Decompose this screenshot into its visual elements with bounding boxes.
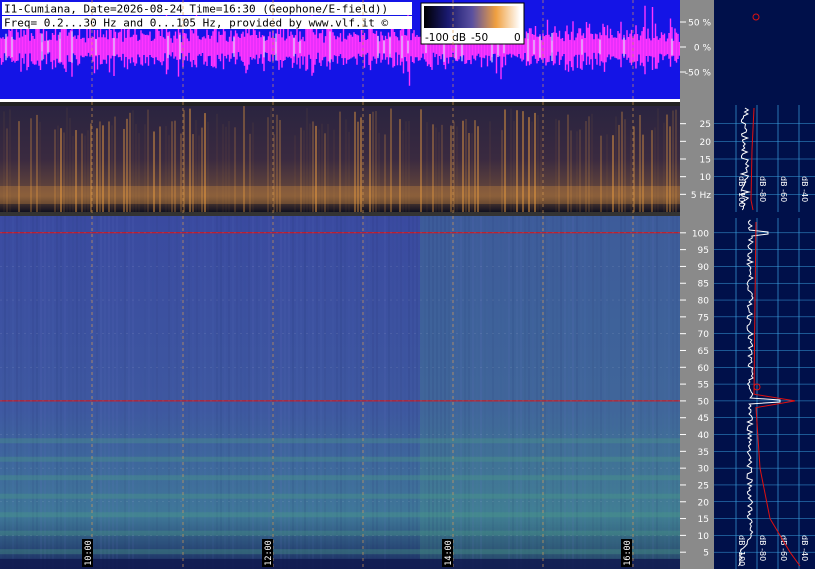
frequency-band — [0, 475, 680, 481]
high-freq-tick-label: 65 — [698, 347, 709, 357]
vlf-monitor-display: I1-Cumiana, Date=2026-08-24 Time=16:30 (… — [0, 0, 815, 569]
spectrum-db-label: dB -100 — [737, 535, 746, 566]
spectrum-profile-panel: dB -100 dB -80 dB -60 dB -40 dB -100 dB -80 d… — [714, 0, 815, 569]
frequency-band — [0, 438, 680, 444]
time-label: 14:00 — [442, 539, 454, 567]
low-freq-tick-label: 15 — [700, 156, 711, 166]
high-freq-tick-label: 5 — [703, 549, 709, 559]
high-freq-tick-label: 90 — [698, 263, 710, 273]
colorbar-label-max: 0 — [514, 32, 521, 44]
high-freq-tick-label: 60 — [698, 364, 710, 374]
high-freq-tick-label: 30 — [698, 465, 710, 475]
waveform-baseline — [0, 99, 680, 102]
high-freq-tick-label: 25 — [698, 481, 709, 491]
frequency-band — [0, 493, 680, 499]
time-label-text: 10:00 — [84, 540, 94, 566]
high-freq-tick-label: 15 — [698, 515, 709, 525]
spectrum-db-label: dB -60 — [779, 176, 788, 202]
spectrum-db-label: dB -80 — [758, 535, 767, 561]
high-freq-tick-label: 70 — [698, 330, 710, 340]
time-label-text: 12:00 — [264, 540, 274, 566]
low-freq-tick-label: 10 — [700, 173, 712, 183]
time-label: 12:00 — [262, 539, 274, 567]
time-label-text: 14:00 — [444, 540, 454, 566]
spectrum-db-label: dB -40 — [800, 176, 809, 202]
high-freq-tick-label: 40 — [698, 431, 710, 441]
low-freq-tick-label: 20 — [700, 138, 712, 148]
frequency-axis: 50 % 0 % -50 % 25 20 15 10 5 Hz 100 95 90 85 80 75 7… — [680, 0, 714, 569]
waveform-tick-label: 0 % — [694, 44, 712, 54]
header: I1-Cumiana, Date=2026-08-24 Time=16:30 (… — [2, 2, 412, 30]
high-freq-tick-label: 80 — [698, 297, 710, 307]
colorbar-legend: -100 dB -50 0 — [420, 2, 525, 45]
high-freq-tick-label: 45 — [698, 414, 709, 424]
high-freq-tick-label: 75 — [698, 313, 709, 323]
bottom-dark-band — [0, 558, 680, 569]
high-freq-tick-label: 100 — [692, 229, 709, 239]
time-label: 10:00 — [82, 539, 94, 567]
low-freq-tick-label: 25 — [700, 120, 711, 130]
colorbar-label-mid: -50 — [471, 32, 488, 44]
frequency-band — [0, 512, 680, 518]
time-label-text: 16:00 — [623, 540, 633, 566]
frequency-band — [0, 530, 680, 536]
spectrum-db-label: dB -60 — [779, 535, 788, 561]
low-frequency-spectrogram — [0, 102, 680, 216]
waveform-tick-label: 50 % — [688, 19, 711, 29]
spectrum-db-label: dB -40 — [800, 535, 809, 561]
low-freq-tick-label: 5 Hz — [691, 191, 711, 201]
frequency-band — [0, 456, 680, 462]
high-freq-tick-label: 95 — [698, 246, 709, 256]
colorbar-gradient — [424, 6, 520, 28]
time-label: 16:00 — [621, 539, 633, 567]
spectrum-db-label: dB -80 — [758, 176, 767, 202]
high-freq-tick-label: 35 — [698, 448, 709, 458]
station-title: I1-Cumiana, Date=2026-08-24 Time=16:30 (… — [4, 3, 388, 16]
colorbar-label-min: -100 dB — [425, 32, 466, 44]
frequency-info: Freq= 0.2...30 Hz and 0...105 Hz, provid… — [4, 17, 388, 30]
frequency-band — [0, 549, 680, 555]
high-freq-tick-label: 55 — [698, 381, 709, 391]
high-freq-tick-label: 85 — [698, 280, 709, 290]
high-freq-tick-label: 10 — [698, 532, 710, 542]
low-spectrogram-base-band — [0, 186, 680, 204]
high-freq-tick-label: 20 — [698, 498, 710, 508]
waveform-tick-label: -50 % — [685, 69, 712, 79]
high-freq-tick-label: 50 — [698, 397, 710, 407]
high-frequency-spectrogram — [0, 216, 680, 569]
